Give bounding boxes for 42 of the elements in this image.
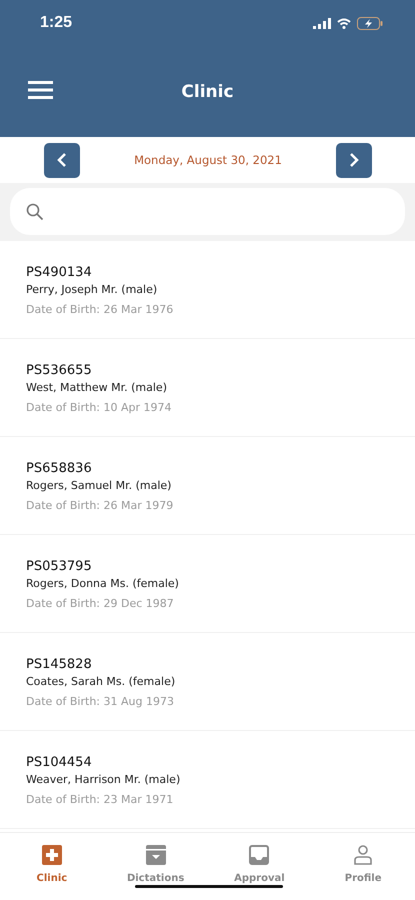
patient-row[interactable]: PS145828 Coates, Sarah Ms. (female) Date of Birth: 31 Aug 1973 [0,633,415,731]
patient-id: PS658836 [26,461,93,476]
chevron-left-icon [56,152,68,168]
medical-cross-icon [42,845,62,865]
tab[interactable]: Clinic [0,833,104,900]
person-icon [354,845,372,865]
selected-date: Monday, August 30, 2021 [134,153,282,167]
patient-id: PS053795 [26,559,93,574]
patient-row[interactable]: PS536655 West, Matthew Mr. (male) Date of Birth: 10 Apr 1974 [0,339,415,437]
search-icon [26,202,44,220]
patient-row[interactable]: PS658836 Rogers, Samuel Mr. (male) Date of Birth: 26 Mar 1979 [0,437,415,535]
patient-name: Coates, Sarah Ms. (female) [26,675,176,688]
screen-title: Clinic [181,82,234,102]
patient-id: PS104454 [26,755,93,770]
inbox-tray-icon [249,845,270,865]
archive-box-icon [146,845,166,865]
patient-row[interactable]: PS104454 Weaver, Harrison Mr. (male) Date of Birth: 23 Mar 1971 [0,731,415,829]
patient-name: Perry, Joseph Mr. (male) [26,283,158,296]
patient-name: West, Matthew Mr. (male) [26,381,168,394]
patient-id: PS536655 [26,363,93,378]
patient-row[interactable]: PS053795 Rogers, Donna Ms. (female) Date of Birth: 29 Dec 1987 [0,535,415,633]
patient-id: PS145828 [26,657,93,672]
previous-day-button[interactable] [44,142,80,178]
menu-icon[interactable] [28,81,53,99]
date-of-birth: Date of Birth: 31 Aug 1973 [26,695,175,708]
date-of-birth: Date of Birth: 29 Dec 1987 [26,597,175,610]
patient-name: Rogers, Samuel Mr. (male) [26,479,172,492]
patient-name: Rogers, Donna Ms. (female) [26,577,180,590]
patient-name: Weaver, Harrison Mr. (male) [26,773,182,786]
wifi-icon [337,18,351,28]
date-of-birth: Date of Birth: 26 Mar 1976 [26,303,174,316]
date-of-birth: Date of Birth: 26 Mar 1979 [26,499,174,512]
chevron-right-icon [348,152,360,168]
date-of-birth: Date of Birth: 23 Mar 1971 [26,793,174,806]
date-of-birth: Date of Birth: 10 Apr 1974 [26,401,173,414]
search-field[interactable] [10,188,405,235]
battery-charging-icon [357,16,383,30]
status-time: 1:25 [40,14,72,32]
patient-row[interactable]: PS490134 Perry, Joseph Mr. (male) Date of Birth: 26 Mar 1976 [0,241,415,339]
signal-icon [313,18,331,28]
patient-id: PS490134 [26,265,93,280]
next-day-button[interactable] [336,142,372,178]
